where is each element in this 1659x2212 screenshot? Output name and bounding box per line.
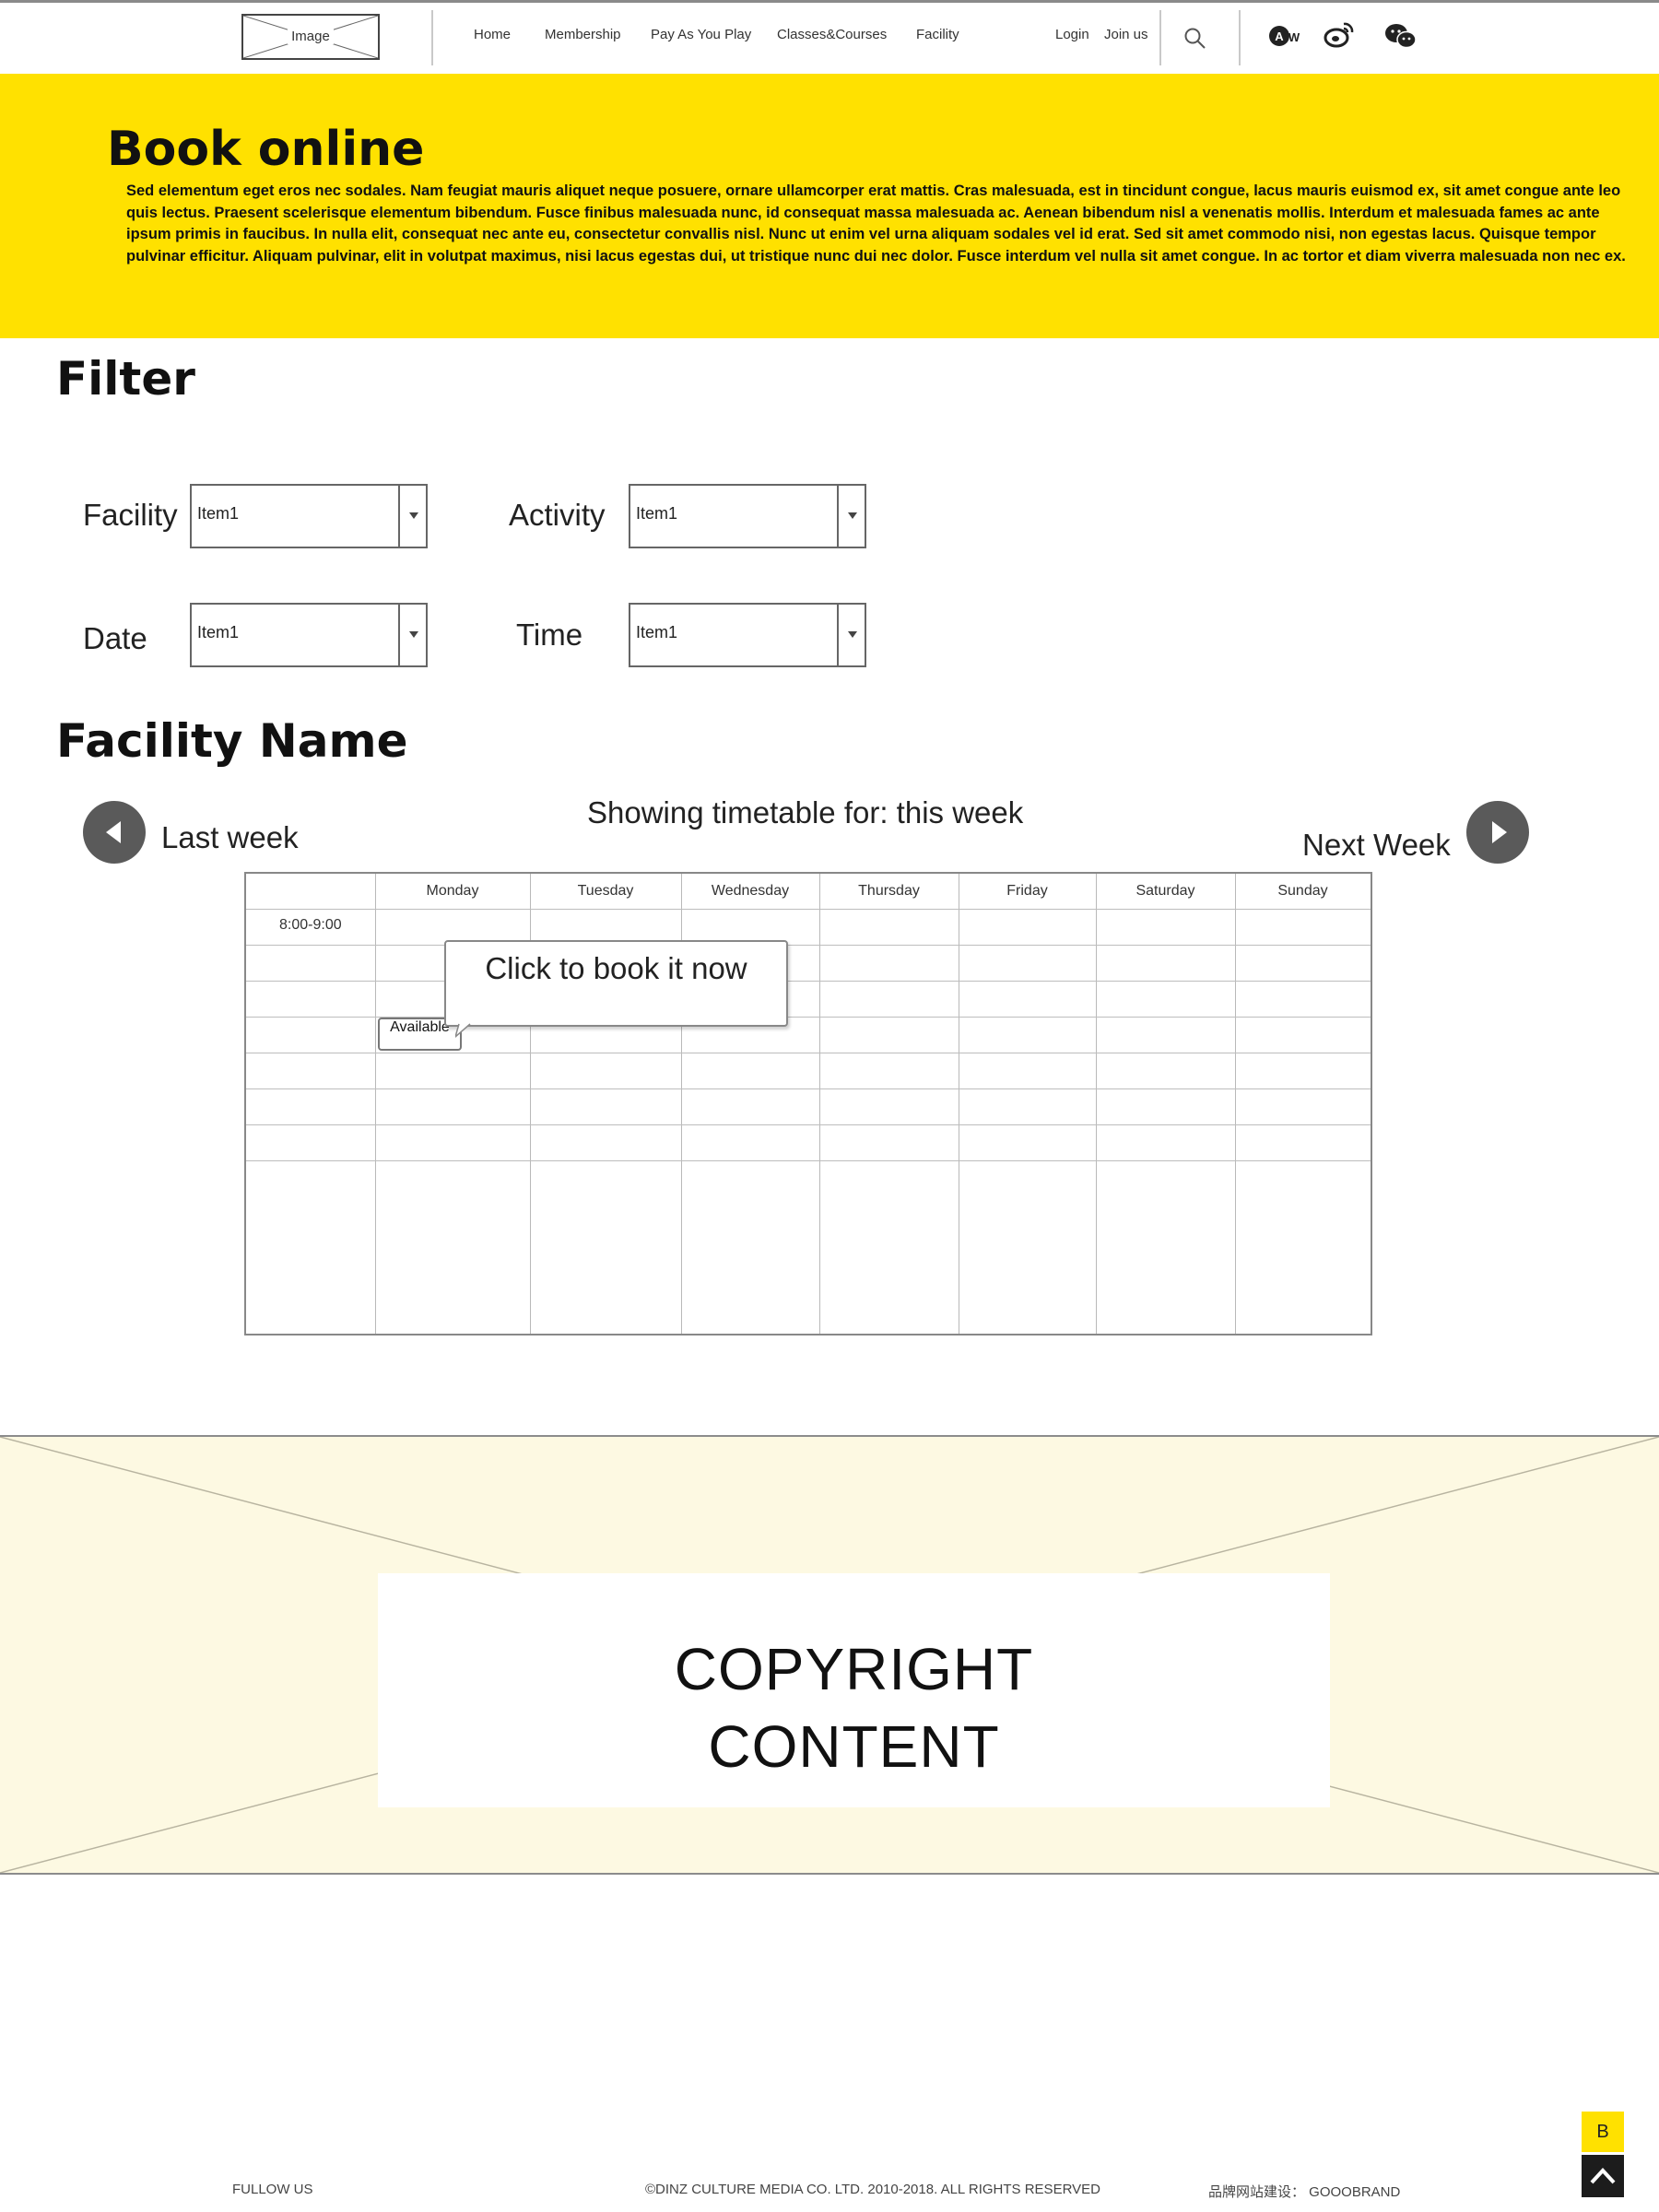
chevron-down-icon[interactable]: [398, 605, 426, 665]
filter-title: Filter: [56, 352, 195, 406]
day-header-tuesday: Tuesday: [577, 883, 634, 899]
chevron-up-icon: [1590, 2168, 1616, 2184]
site-header: Image Home Membership Pay As You Play Cl…: [0, 3, 1659, 74]
logo-label-wrap: Image: [243, 16, 378, 58]
nav-pay-as-you-play[interactable]: Pay As You Play: [651, 27, 751, 42]
date-select-value: Item1: [197, 623, 240, 641]
nav-membership[interactable]: Membership: [545, 27, 621, 42]
nav-facility[interactable]: Facility: [916, 27, 959, 42]
grid-line: [819, 874, 820, 1334]
activity-label: Activity: [509, 498, 606, 532]
timetable-caption: Showing timetable for: this week: [587, 795, 1024, 830]
logo-placeholder[interactable]: Image: [241, 14, 380, 60]
svg-text:A: A: [1275, 29, 1284, 43]
banner-description: Sed elementum eget eros nec sodales. Nam…: [126, 182, 1626, 265]
grid-line: [246, 1088, 1371, 1089]
copyright-content-box: COPYRIGHT CONTENT: [378, 1573, 1330, 1807]
time-slot-label: 8:00-9:00: [279, 917, 342, 933]
facility-select-value: Item1: [197, 504, 240, 523]
chevron-down-icon[interactable]: [837, 605, 865, 665]
aw-icon[interactable]: A W: [1269, 24, 1300, 53]
day-header-saturday: Saturday: [1135, 883, 1195, 899]
svg-text:W: W: [1288, 30, 1300, 44]
follow-us-link[interactable]: FULLOW US: [232, 2182, 313, 2197]
logo-label: Image: [288, 29, 334, 44]
weibo-icon[interactable]: [1324, 21, 1355, 53]
nav-home[interactable]: Home: [474, 27, 511, 42]
grid-line: [246, 1124, 1371, 1125]
grid-line: [1096, 874, 1097, 1334]
footer-builder-credit: 品牌网站建设： GOOOBRAND: [1208, 2184, 1401, 2200]
grid-line: [246, 945, 1371, 946]
date-label: Date: [83, 621, 147, 655]
day-header-thursday: Thursday: [858, 883, 920, 899]
grid-line: [1235, 874, 1236, 1334]
timetable: Monday Tuesday Wednesday Thursday Friday…: [244, 872, 1372, 1335]
back-to-top-button[interactable]: [1582, 2155, 1624, 2197]
grid-line: [246, 909, 1371, 910]
book-now-tooltip[interactable]: Click to book it now: [444, 940, 788, 1027]
copyright-line-2: CONTENT: [708, 1713, 1000, 1780]
time-select[interactable]: Item1: [629, 603, 866, 667]
date-select[interactable]: Item1: [190, 603, 428, 667]
last-week-button[interactable]: [83, 801, 146, 864]
day-header-wednesday: Wednesday: [711, 883, 790, 899]
day-header-sunday: Sunday: [1277, 883, 1328, 899]
chevron-right-icon: [1492, 821, 1507, 843]
header-divider: [1159, 10, 1161, 65]
wechat-icon[interactable]: [1384, 22, 1418, 54]
day-header-monday: Monday: [426, 883, 479, 899]
brand-badge[interactable]: B: [1582, 2112, 1624, 2152]
next-week-button[interactable]: [1466, 801, 1529, 864]
header-divider: [1239, 10, 1241, 65]
tooltip-pointer: [455, 1023, 471, 1038]
day-header-friday: Friday: [1006, 883, 1048, 899]
time-select-value: Item1: [636, 623, 678, 641]
grid-line: [375, 874, 376, 1334]
facility-select[interactable]: Item1: [190, 484, 428, 548]
login-link[interactable]: Login: [1055, 27, 1089, 42]
copyright-image-placeholder: COPYRIGHT CONTENT: [0, 1435, 1659, 1875]
grid-line: [246, 1160, 1371, 1161]
activity-select-value: Item1: [636, 504, 678, 523]
grid-line: [246, 981, 1371, 982]
facility-label: Facility: [83, 498, 178, 532]
join-link[interactable]: Join us: [1104, 27, 1148, 42]
chevron-down-icon[interactable]: [837, 486, 865, 547]
copyright-line-1: COPYRIGHT: [674, 1636, 1034, 1702]
chevron-left-icon: [106, 821, 121, 843]
activity-select[interactable]: Item1: [629, 484, 866, 548]
last-week-link[interactable]: Last week: [161, 820, 299, 855]
next-week-link[interactable]: Next Week: [1302, 828, 1451, 863]
hero-banner: Book online Sed elementum eget eros nec …: [0, 74, 1659, 338]
chevron-down-icon[interactable]: [398, 486, 426, 547]
nav-classes-courses[interactable]: Classes&Courses: [777, 27, 887, 42]
time-label: Time: [516, 618, 583, 652]
search-icon[interactable]: [1183, 27, 1207, 55]
facility-name-title: Facility Name: [56, 714, 408, 768]
page-title: Book online: [107, 122, 425, 177]
footer-copyright: ©DINZ CULTURE MEDIA CO. LTD. 2010-2018. …: [645, 2182, 1100, 2197]
header-divider: [431, 10, 433, 65]
